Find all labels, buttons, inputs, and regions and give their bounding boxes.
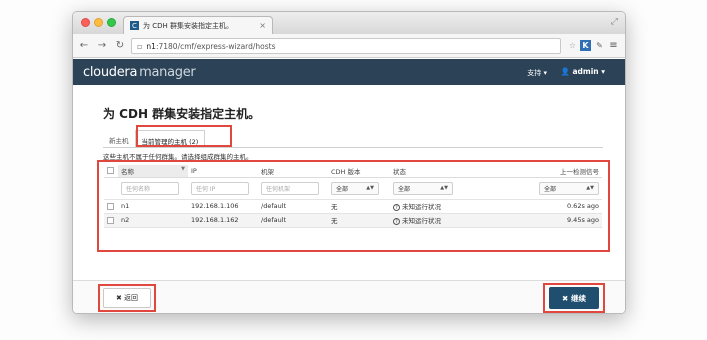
filter-spacer <box>104 177 118 200</box>
user-menu[interactable]: 👤 admin ▾ <box>561 67 605 76</box>
tab-highlight-box <box>136 125 232 147</box>
select-caret-icon: ▲▼ <box>366 185 374 191</box>
reload-icon[interactable]: ↻ <box>113 40 127 51</box>
back-button[interactable]: ✖ 返回 <box>103 288 151 308</box>
page-icon: ▫ <box>137 41 143 51</box>
filter-name-input[interactable]: 任何名称 <box>121 181 179 195</box>
cloudera-logo[interactable]: cloudera manager <box>83 64 196 80</box>
host-heartbeat-cell: 0.62s ago <box>506 199 602 214</box>
filter-cdh-cell: 全部 ▲▼ <box>328 177 390 200</box>
address-bar[interactable]: ▫ n1 :7180/cmf/express-wizard/hosts <box>131 38 561 54</box>
filter-heartbeat-select[interactable]: 全部 ▲▼ <box>539 181 599 195</box>
host-status-cell: ? 未知运行状况 <box>390 213 506 228</box>
filter-rack-cell: 任何机架 <box>258 177 328 200</box>
star-icon[interactable]: ☆ <box>567 40 578 51</box>
column-header-cdh[interactable]: CDH 版本 <box>328 165 390 178</box>
cloudera-favicon-icon: C <box>130 21 139 30</box>
host-name-cell[interactable]: n2 <box>118 213 188 228</box>
k-extension-icon[interactable]: K <box>580 40 591 51</box>
logo-sub: manager <box>139 64 196 80</box>
select-caret-icon: ▲▼ <box>440 185 448 191</box>
host-cdh-cell: 无 <box>328 213 390 228</box>
logo-main: cloudera <box>83 64 138 80</box>
select-caret-icon: ▲▼ <box>586 185 594 191</box>
select-all-cell <box>104 165 118 178</box>
minimize-window-button[interactable] <box>94 18 103 27</box>
host-status-text: 未知运行状况 <box>402 203 441 211</box>
column-header-rack[interactable]: 机架 <box>258 165 328 178</box>
filter-heartbeat-cell: 全部 ▲▼ <box>506 177 602 200</box>
fullscreen-icon[interactable]: ⤢ <box>611 17 618 27</box>
select-all-checkbox[interactable] <box>107 167 114 175</box>
host-status-cell: ? 未知运行状况 <box>390 199 506 214</box>
table-header-row: 名称 ▼ IP 机架 CDH 版本 状态 上一检测信号 <box>104 165 602 178</box>
filter-rack-input[interactable]: 任何机架 <box>261 181 319 195</box>
host-ip-cell: 192.168.1.162 <box>188 213 258 228</box>
back-icon[interactable]: ← <box>77 40 91 51</box>
row-checkbox[interactable] <box>107 216 114 224</box>
menu-icon[interactable]: ≡ <box>608 40 619 51</box>
wizard-footer: ✖ 返回 ✖ 继续 <box>73 280 625 313</box>
host-status-text: 未知运行状况 <box>402 217 441 225</box>
tab-close-icon[interactable]: × <box>259 21 266 30</box>
unknown-status-icon: ? <box>393 204 400 211</box>
browser-tab[interactable]: C 为 CDH 群集安装指定主机。 × <box>123 16 273 34</box>
filter-status-select[interactable]: 全部 ▲▼ <box>393 181 453 195</box>
close-window-button[interactable] <box>81 18 90 27</box>
page-title: 为 CDH 群集安装指定主机。 <box>103 107 261 121</box>
tabs-divider <box>103 147 603 148</box>
host-heartbeat-cell: 9.45s ago <box>506 213 602 228</box>
url-host: n1 <box>146 41 156 51</box>
sort-icon: ▼ <box>181 165 185 172</box>
column-header-status[interactable]: 状态 <box>390 165 506 178</box>
row-checkbox[interactable] <box>107 202 114 210</box>
filter-ip-input[interactable]: 任何 IP <box>191 181 249 195</box>
tab-new-hosts[interactable]: 新主机 <box>103 130 135 148</box>
forward-icon[interactable]: → <box>95 40 109 51</box>
filter-ip-cell: 任何 IP <box>188 177 258 200</box>
hosts-table: 名称 ▼ IP 机架 CDH 版本 状态 上一检测信号 任何名称 任何 IP 任何… <box>104 165 602 228</box>
filter-cdh-value: 全部 <box>336 185 349 193</box>
filter-heartbeat-value: 全部 <box>544 185 557 193</box>
row-select-cell <box>104 213 118 228</box>
unknown-status-icon: ? <box>393 218 400 225</box>
column-header-name[interactable]: 名称 ▼ <box>118 165 188 178</box>
cloudera-header: cloudera manager 支持 ▾ 👤 admin ▾ <box>73 59 625 85</box>
host-cdh-cell: 无 <box>328 199 390 214</box>
column-header-ip[interactable]: IP <box>188 165 258 178</box>
browser-window: C 为 CDH 群集安装指定主机。 × ⤢ ← → ↻ ▫ n1 :7180/c… <box>72 11 626 314</box>
table-row[interactable]: n2 192.168.1.162 /default 无 ? 未知运行状况 9.45… <box>104 213 602 228</box>
continue-button[interactable]: ✖ 继续 <box>549 287 599 309</box>
zoom-window-button[interactable] <box>107 18 116 27</box>
filter-name-cell: 任何名称 <box>118 177 188 200</box>
host-rack-cell: /default <box>258 213 328 228</box>
column-header-heartbeat[interactable]: 上一检测信号 <box>506 165 602 178</box>
filter-status-value: 全部 <box>398 185 411 193</box>
filter-status-cell: 全部 ▲▼ <box>390 177 506 200</box>
tab-title: 为 CDH 群集安装指定主机。 <box>143 21 233 30</box>
puzzle-icon[interactable]: ✎ <box>594 40 605 51</box>
filter-cdh-select[interactable]: 全部 ▲▼ <box>331 181 379 195</box>
header-name-label: 名称 <box>121 167 134 176</box>
table-row[interactable]: n1 192.168.1.106 /default 无 ? 未知运行状况 0.62… <box>104 199 602 214</box>
host-name-cell[interactable]: n1 <box>118 199 188 214</box>
url-path: :7180/cmf/express-wizard/hosts <box>155 41 276 51</box>
row-select-cell <box>104 199 118 214</box>
title-bar: C 为 CDH 群集安装指定主机。 × ⤢ <box>73 12 625 34</box>
host-ip-cell: 192.168.1.106 <box>188 199 258 214</box>
browser-toolbar: ← → ↻ ▫ n1 :7180/cmf/express-wizard/host… <box>73 34 625 58</box>
host-rack-cell: /default <box>258 199 328 214</box>
support-menu[interactable]: 支持 ▾ <box>527 68 547 78</box>
filter-row: 任何名称 任何 IP 任何机架 全部 ▲▼ 全部 ▲▼ 全部 ▲▼ <box>104 177 602 200</box>
